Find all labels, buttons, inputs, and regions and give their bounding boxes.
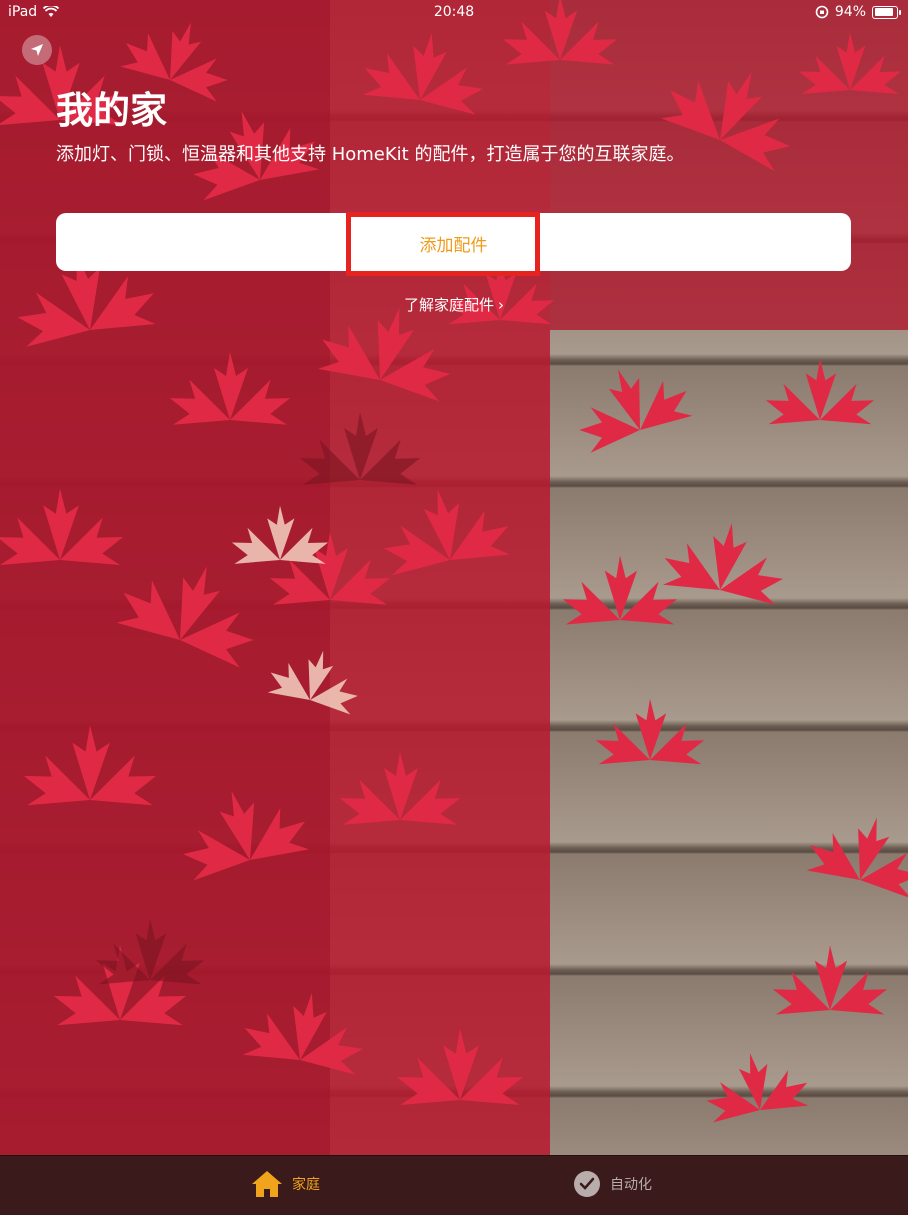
- status-time: 20:48: [433, 4, 475, 20]
- rotation-lock-icon: [815, 5, 829, 19]
- house-icon: [252, 1171, 282, 1197]
- tab-home-label: 家庭: [292, 1177, 320, 1193]
- tab-home[interactable]: 家庭: [250, 1169, 320, 1199]
- learn-more-label: 了解家庭配件: [403, 296, 494, 314]
- add-accessory-button[interactable]: 添加配件: [56, 231, 851, 256]
- tab-bar: 家庭 自动化: [0, 1155, 908, 1215]
- background-ivy-image: [0, 0, 908, 1155]
- battery-percent: 94%: [834, 4, 866, 20]
- add-accessory-card[interactable]: 添加配件: [56, 213, 851, 271]
- page-title: 我的家: [56, 89, 167, 132]
- tab-automation[interactable]: 自动化: [572, 1169, 652, 1199]
- page-subtitle: 添加灯、门锁、恒温器和其他支持 HomeKit 的配件，打造属于您的互联家庭。: [56, 144, 685, 165]
- location-arrow-icon: [31, 44, 43, 56]
- status-bar: iPad 20:48 94%: [0, 0, 908, 24]
- chevron-right-icon: ›: [498, 296, 504, 314]
- tab-automation-label: 自动化: [610, 1177, 652, 1193]
- location-button[interactable]: [22, 35, 52, 65]
- battery-icon: [872, 5, 901, 19]
- learn-more-link[interactable]: 了解家庭配件 ›: [0, 294, 908, 315]
- clock-icon: [574, 1171, 600, 1197]
